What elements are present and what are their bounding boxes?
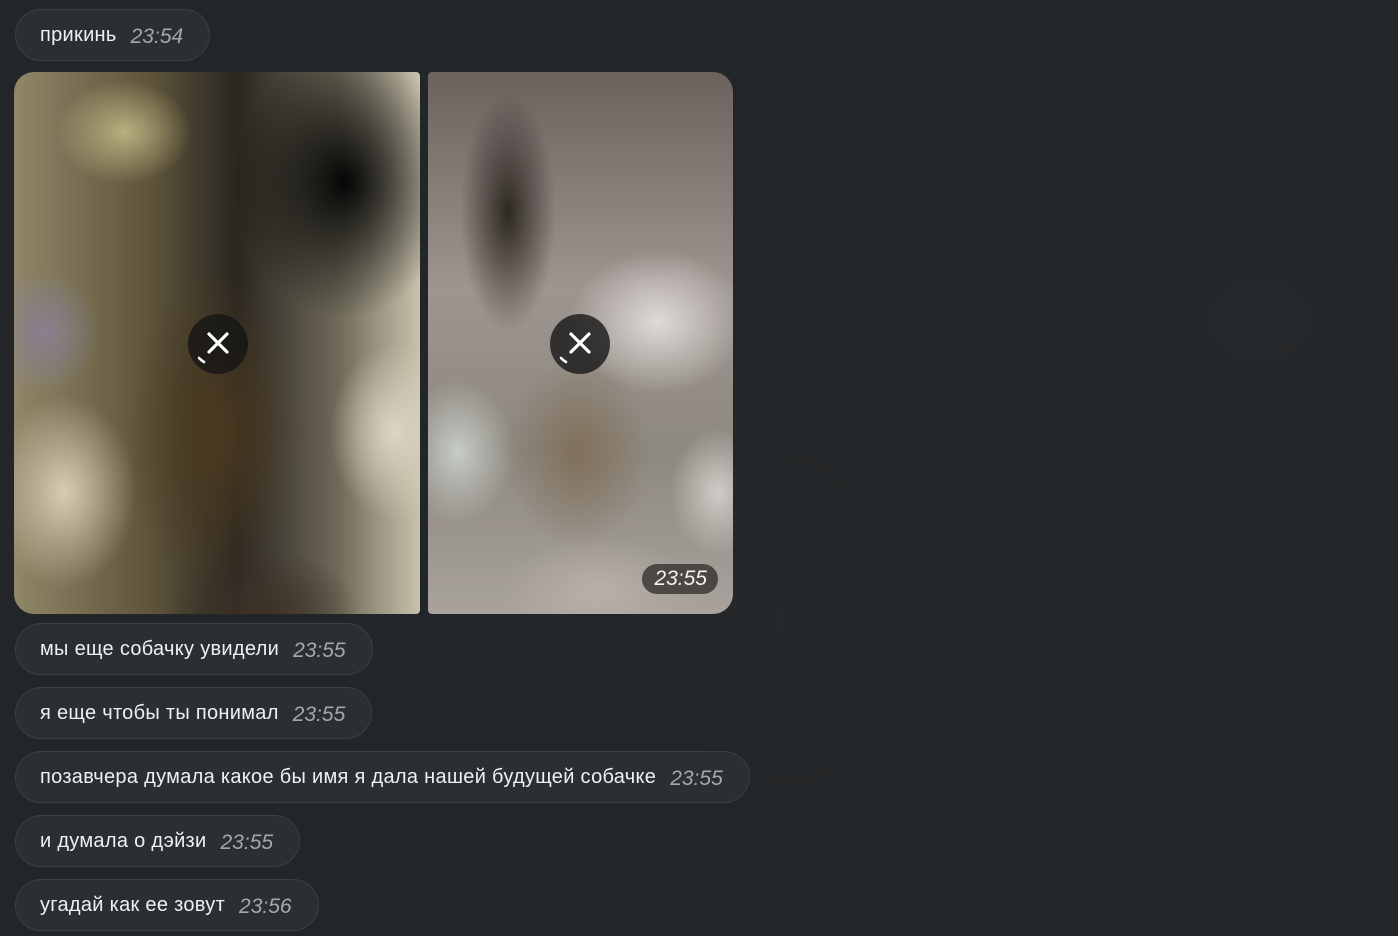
media-photo-2[interactable]: 23:55 xyxy=(428,72,733,614)
message-bubble[interactable]: мы еще собачку увидели 23:55 xyxy=(15,623,373,675)
message-text: и думала о дэйзи xyxy=(40,829,207,852)
media-photo-1[interactable] xyxy=(14,72,420,614)
message-bubble[interactable]: и думала о дэйзи 23:55 xyxy=(15,815,301,867)
message-bubble[interactable]: угадай как ее зовут 23:56 xyxy=(15,879,319,931)
message-text: угадай как ее зовут xyxy=(40,893,226,916)
cancel-download-button[interactable] xyxy=(550,314,610,374)
message-time: 23:55 xyxy=(220,831,274,854)
message-bubble[interactable]: я еще чтобы ты понимал 23:55 xyxy=(15,687,373,739)
chat-history[interactable]: прикинь 23:54 23:55 мы еще собачку увиде… xyxy=(0,0,1398,936)
media-timestamp: 23:55 xyxy=(642,564,718,594)
message-time: 23:56 xyxy=(239,895,292,918)
message-time: 23:54 xyxy=(130,25,184,48)
message-text: я еще чтобы ты понимал xyxy=(40,701,279,724)
message-text: мы еще собачку увидели xyxy=(40,637,280,660)
message-time: 23:55 xyxy=(293,639,346,662)
cancel-download-button[interactable] xyxy=(188,314,248,374)
close-icon xyxy=(197,332,229,364)
close-icon xyxy=(559,332,591,364)
message-text: позавчера думала какое бы имя я дала наш… xyxy=(40,765,657,788)
message-text: прикинь xyxy=(40,23,117,46)
message-time: 23:55 xyxy=(292,703,346,726)
message-time: 23:55 xyxy=(670,767,723,790)
message-bubble[interactable]: позавчера думала какое бы имя я дала наш… xyxy=(15,751,750,803)
message-bubble[interactable]: прикинь 23:54 xyxy=(15,9,211,61)
